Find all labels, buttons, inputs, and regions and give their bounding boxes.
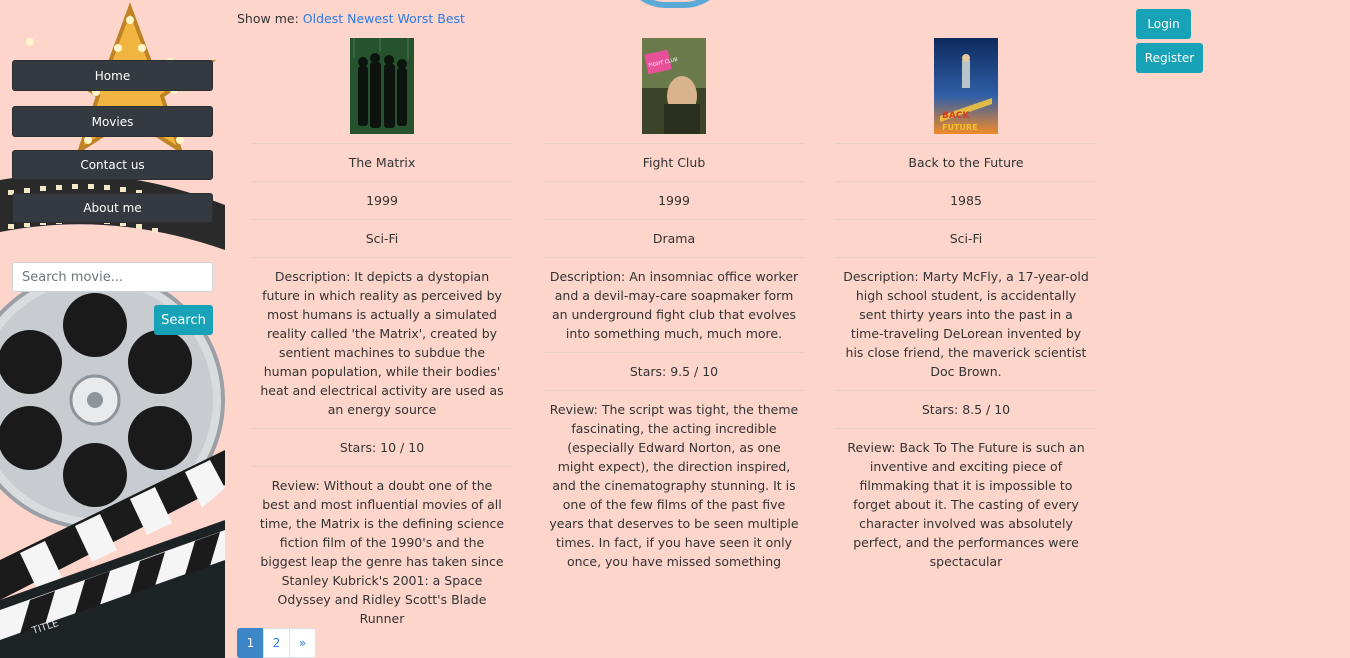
nav-contact-button[interactable]: Contact us (12, 150, 213, 180)
movie-stars: Stars: 9.5 / 10 (543, 352, 805, 390)
movie-card: BACK FUTURE Back to the Future 1985 Sci-… (835, 38, 1097, 580)
sort-newest-link[interactable]: Newest (347, 11, 393, 26)
movie-card: The Matrix 1999 Sci-Fi Description: It d… (251, 38, 513, 637)
page-2-link[interactable]: 2 (263, 628, 290, 658)
pagination: 1 2 » (237, 628, 316, 658)
movie-year: 1999 (251, 181, 513, 219)
sort-best-link[interactable]: Best (437, 11, 465, 26)
movie-description: Description: It depicts a dystopian futu… (251, 257, 513, 428)
movie-description: Description: An insomniac office worker … (543, 257, 805, 352)
movie-year: 1985 (835, 181, 1097, 219)
svg-text:BACK: BACK (942, 111, 970, 121)
movie-genre: Drama (543, 219, 805, 257)
poster-fight-club-image[interactable]: FIGHT CLUB (642, 38, 706, 134)
search-movie-input[interactable] (12, 262, 213, 292)
movie-title: Fight Club (543, 143, 805, 181)
search-button[interactable]: Search (154, 305, 213, 335)
nav-movies-button[interactable]: Movies (12, 106, 213, 137)
movie-stars: Stars: 10 / 10 (251, 428, 513, 466)
sort-prefix-label: Show me: (237, 11, 299, 26)
register-button[interactable]: Register (1136, 43, 1203, 73)
svg-text:FUTURE: FUTURE (942, 123, 978, 132)
movie-review: Review: Without a doubt one of the best … (251, 466, 513, 637)
movie-card: FIGHT CLUB Fight Club 1999 Drama Descrip… (543, 38, 805, 580)
login-button[interactable]: Login (1136, 9, 1191, 39)
sort-bar: Show me: Oldest Newest Worst Best (237, 11, 465, 26)
sidebar: TITLE Home Movies Contact us About me Se… (0, 0, 225, 658)
sort-oldest-link[interactable]: Oldest (303, 11, 343, 26)
poster-back-to-the-future-image[interactable]: BACK FUTURE (934, 38, 998, 134)
sort-worst-link[interactable]: Worst (397, 11, 433, 26)
nav-home-button[interactable]: Home (12, 60, 213, 91)
next-page-link[interactable]: » (289, 628, 316, 658)
movie-title: Back to the Future (835, 143, 1097, 181)
logo-arc (620, 0, 730, 8)
movie-genre: Sci-Fi (251, 219, 513, 257)
movie-genre: Sci-Fi (835, 219, 1097, 257)
movie-stars: Stars: 8.5 / 10 (835, 390, 1097, 428)
poster-the-matrix-image[interactable] (350, 38, 414, 134)
movie-description: Description: Marty McFly, a 17-year-old … (835, 257, 1097, 390)
nav-about-button[interactable]: About me (12, 193, 213, 223)
movie-title: The Matrix (251, 143, 513, 181)
movie-review: Review: Back To The Future is such an in… (835, 428, 1097, 580)
movie-year: 1999 (543, 181, 805, 219)
movie-review: Review: The script was tight, the theme … (543, 390, 805, 580)
page-1-link[interactable]: 1 (237, 628, 264, 658)
